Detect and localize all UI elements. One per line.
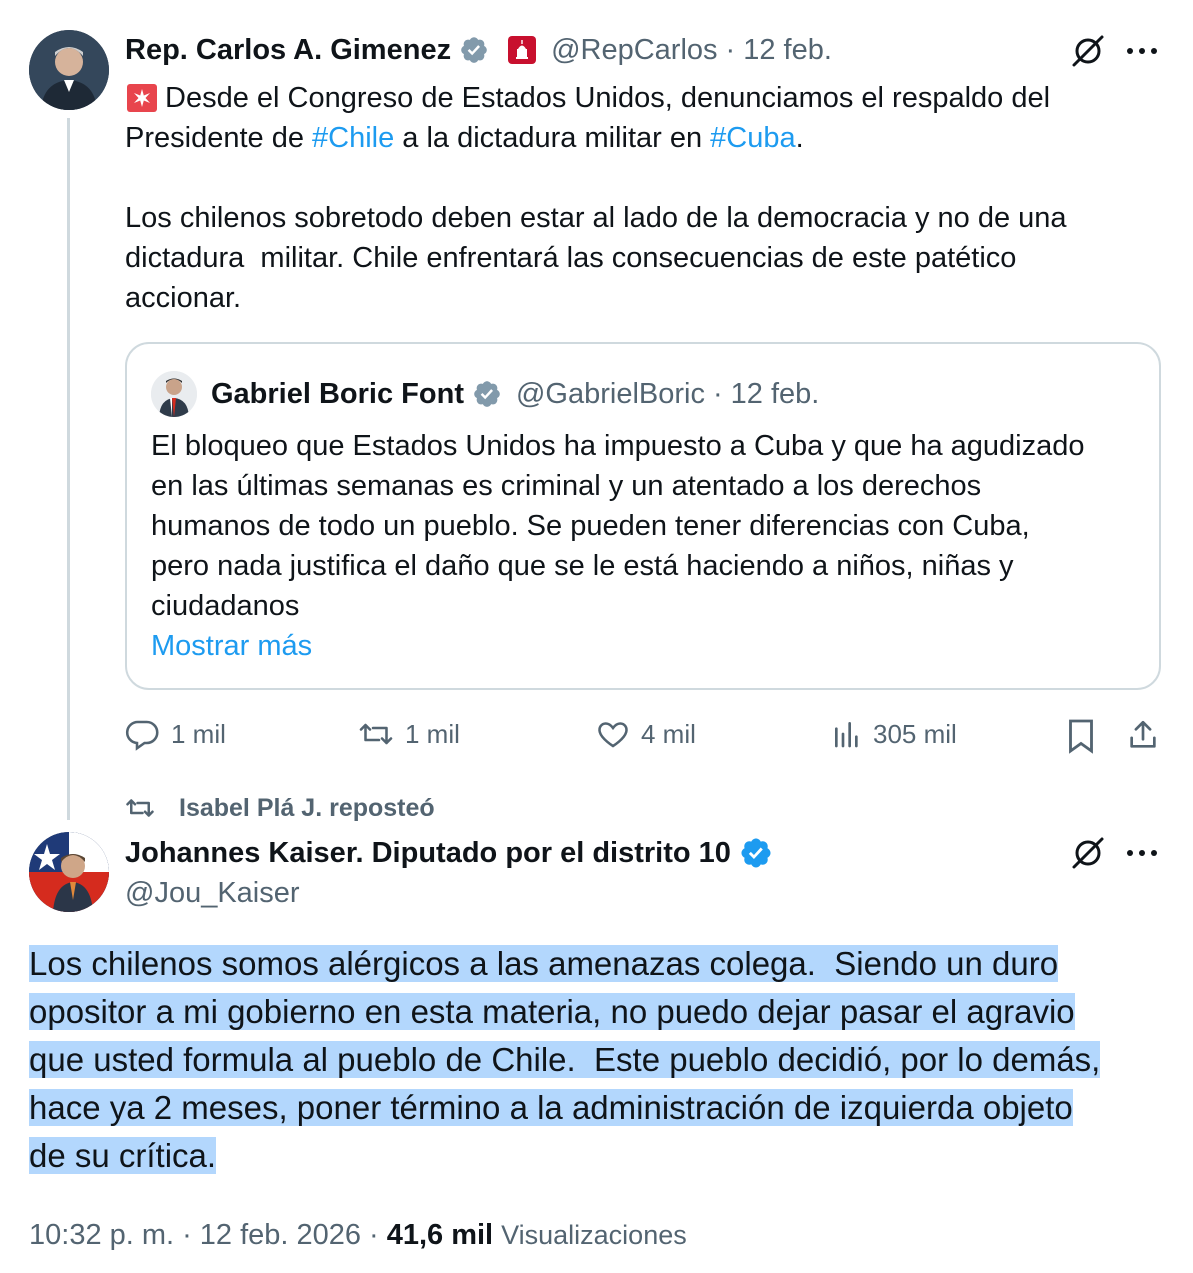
views-count: 305 mil — [873, 718, 957, 749]
separator-dot: · — [182, 1218, 192, 1251]
quoted-text-line: humanos de todo un pueblo. Se pueden ten… — [151, 510, 1030, 542]
quoted-author-name: Gabriel Boric Font — [211, 377, 464, 410]
capitol-badge-icon — [507, 35, 537, 65]
verified-badge-icon — [739, 836, 773, 870]
main-text-line: opositor a mi gobierno en esta materia, … — [29, 988, 1179, 1036]
views-label: Visualizaciones — [501, 1219, 687, 1250]
quoted-tweet-header: Gabriel Boric Font @GabrielBoric · 12 fe… — [151, 371, 820, 417]
views-button[interactable]: 305 mil — [831, 716, 957, 752]
quoted-tweet-card[interactable]: Gabriel Boric Font @GabrielBoric · 12 fe… — [125, 342, 1161, 690]
hashtag-chile-link[interactable]: #Chile — [312, 122, 394, 154]
quoted-text-line: pero nada justifica el daño que se le es… — [151, 550, 1014, 582]
parent-tweet-text: Desde el Congreso de Estados Unidos, den… — [125, 78, 1165, 318]
selected-text: Los chilenos somos alérgicos a las amena… — [29, 945, 1059, 982]
avatar-gabriel-boric — [151, 371, 197, 417]
tweet-text-line1: Desde el Congreso de Estados Unidos, den… — [165, 82, 1051, 114]
avatar-johannes-kaiser[interactable] — [29, 832, 109, 912]
quoted-text-line: en las últimas semanas es criminal y un … — [151, 470, 982, 502]
tweet-text-line3: Los chilenos sobretodo deben estar al la… — [125, 202, 1067, 234]
reply-count: 1 mil — [171, 718, 226, 749]
selected-text: que usted formula al pueblo de Chile. Es… — [29, 1041, 1101, 1078]
thread-line — [67, 118, 70, 820]
text-segment: . — [795, 122, 804, 154]
reply-button[interactable]: 1 mil — [125, 716, 226, 752]
selected-text: opositor a mi gobierno en esta materia, … — [29, 993, 1075, 1030]
verified-badge-icon — [459, 35, 489, 65]
avatar-carlos-gimenez[interactable] — [29, 30, 109, 110]
author-handle[interactable]: @RepCarlos — [551, 34, 717, 67]
like-count: 4 mil — [641, 718, 696, 749]
bookmark-icon[interactable] — [1061, 716, 1101, 756]
main-text-line: que usted formula al pueblo de Chile. Es… — [29, 1036, 1179, 1084]
parent-tweet-header: Rep. Carlos A. Gimenez @RepCarlos · 12 f… — [125, 30, 832, 70]
separator-dot: · — [725, 33, 736, 66]
repost-context: Isabel Plá J. reposteó — [123, 790, 435, 826]
tweet-text-line4: dictadura militar. Chile enfrentará las … — [125, 242, 1017, 274]
selected-text: de su crítica. — [29, 1137, 217, 1174]
tweet-date[interactable]: 12 feb. 2026 — [200, 1219, 361, 1252]
grok-icon[interactable] — [1068, 833, 1108, 873]
quoted-author-handle: @GabrielBoric — [515, 377, 705, 410]
repost-icon — [123, 793, 157, 823]
show-more-link[interactable]: Mostrar más — [151, 626, 1151, 666]
tweet-time[interactable]: 10:32 p. m. — [29, 1219, 174, 1252]
more-icon[interactable] — [1122, 31, 1162, 71]
quoted-tweet-text: El bloqueo que Estados Unidos ha impuest… — [151, 426, 1151, 666]
share-icon[interactable] — [1123, 714, 1163, 756]
main-text-line: Los chilenos somos alérgicos a las amena… — [29, 940, 1179, 988]
tweet-action-bar: 1 mil 1 mil 4 mil 305 mil — [125, 712, 1165, 760]
grok-icon[interactable] — [1068, 31, 1108, 71]
separator-dot: · — [712, 377, 723, 410]
hashtag-cuba-link[interactable]: #Cuba — [710, 122, 795, 154]
quoted-text-line: El bloqueo que Estados Unidos ha impuest… — [151, 430, 1085, 462]
tweet-text-line2: Presidente de #Chile a la dictadura mili… — [125, 118, 1165, 158]
text-segment: Presidente de — [125, 122, 313, 154]
views-icon — [831, 716, 863, 752]
repost-context-text[interactable]: Isabel Plá J. reposteó — [179, 794, 435, 823]
main-tweet-header: Johannes Kaiser. Diputado por el distrit… — [125, 832, 773, 874]
repost-button[interactable]: 1 mil — [357, 716, 460, 752]
author-name[interactable]: Johannes Kaiser. Diputado por el distrit… — [125, 837, 731, 870]
separator-dot: · — [369, 1218, 379, 1251]
main-text-line: de su crítica. — [29, 1132, 1179, 1180]
tweet-date[interactable]: 12 feb. — [743, 34, 832, 67]
tweet-text-line5: accionar. — [125, 282, 242, 314]
tweet-text-line: Desde el Congreso de Estados Unidos, den… — [125, 78, 1165, 118]
tweet-metadata: 10:32 p. m. · 12 feb. 2026 · 41,6 mil Vi… — [29, 1214, 687, 1256]
like-button[interactable]: 4 mil — [595, 716, 696, 752]
main-tweet-text: Los chilenos somos alérgicos a las amena… — [29, 940, 1179, 1180]
verified-badge-icon — [472, 379, 502, 409]
selected-text: hace ya 2 meses, poner término a la admi… — [29, 1089, 1073, 1126]
author-name[interactable]: Rep. Carlos A. Gimenez — [125, 34, 451, 67]
views-count: 41,6 mil — [386, 1218, 494, 1251]
quoted-tweet-date: 12 feb. — [730, 377, 820, 410]
text-segment: a la dictadura militar en — [394, 122, 711, 154]
like-icon — [595, 716, 631, 752]
main-text-line: hace ya 2 meses, poner término a la admi… — [29, 1084, 1179, 1132]
author-handle[interactable]: @Jou_Kaiser — [125, 873, 300, 913]
more-icon[interactable] — [1122, 833, 1162, 873]
repost-count: 1 mil — [405, 718, 460, 749]
siren-emoji-icon — [125, 82, 161, 114]
reply-icon — [125, 716, 161, 752]
repost-icon — [357, 716, 395, 752]
quoted-text-line: ciudadanos — [151, 590, 300, 622]
